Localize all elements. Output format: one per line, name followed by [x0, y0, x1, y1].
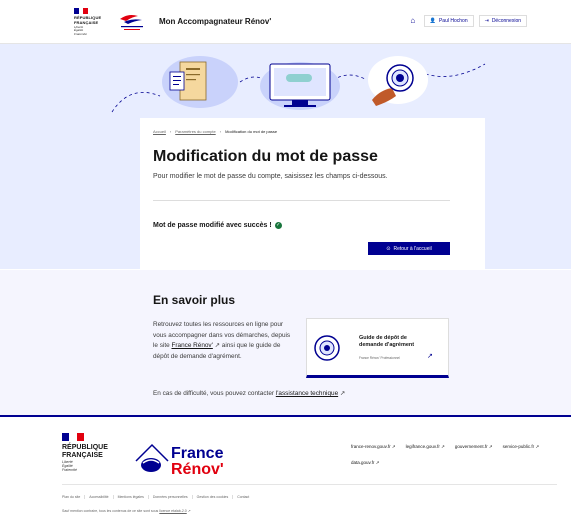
french-flag-icon	[74, 8, 89, 14]
footer-rf-line1: RÉPUBLIQUE	[62, 444, 108, 451]
footer-link-legal[interactable]: Mentions légales	[114, 495, 149, 499]
footer-link-accessibility[interactable]: Accessibilité	[85, 495, 114, 499]
footer-link-gouvernement[interactable]: gouvernement.fr ↗	[455, 444, 493, 450]
divider	[153, 200, 450, 201]
footer-divider	[62, 484, 557, 485]
footer-link-service-public-label: service-public.fr	[502, 444, 535, 449]
site-footer: RÉPUBLIQUE FRANÇAISE Liberté Égalité Fra…	[0, 415, 571, 521]
breadcrumb-separator-icon: ›	[169, 129, 172, 134]
contact-text-before: En cas de difficulté, vous pouvez contac…	[153, 390, 276, 397]
guide-card[interactable]: Guide de dépôt de demande d'agrément Fra…	[306, 318, 449, 378]
back-to-home-button[interactable]: ⊙ Retour à l'accueil	[368, 242, 450, 255]
logo-line2: Rénov'	[171, 461, 224, 478]
logout-label: Déconnexion	[491, 18, 521, 24]
footer-link-sitemap[interactable]: Plan du site	[62, 495, 86, 499]
footer-link-personal-data[interactable]: Données personnelles	[149, 495, 193, 499]
home-icon[interactable]: ⌂	[407, 15, 419, 27]
rf-motto-3: Fraternité	[74, 31, 87, 36]
republique-francaise-logo[interactable]: RÉPUBLIQUE FRANÇAISE Liberté Égalité Fra…	[74, 8, 114, 36]
footer-bottom-links: Plan du site Accessibilité Mentions léga…	[62, 495, 253, 499]
page-lead: Pour modifier le mot de passe du compte,…	[153, 173, 388, 180]
breadcrumb-home[interactable]: Accueil	[153, 129, 166, 134]
footer-link-data-gouv[interactable]: data.gouv.fr ↗	[351, 460, 379, 466]
content-card: Accueil › Paramètres du compte › Modific…	[140, 118, 485, 270]
breadcrumb: Accueil › Paramètres du compte › Modific…	[153, 129, 277, 134]
footer-link-legifrance-label: legifrance.gouv.fr	[405, 444, 440, 449]
footer-republique-francaise-logo[interactable]: RÉPUBLIQUE FRANÇAISE Liberté Égalité Fra…	[62, 433, 108, 472]
breadcrumb-current: Modification du mot de passe	[225, 129, 278, 134]
site-header: RÉPUBLIQUE FRANÇAISE Liberté Égalité Fra…	[0, 0, 571, 44]
contact-text: En cas de difficulté, vous pouvez contac…	[153, 389, 345, 397]
france-renov-logo: France Rénov'	[134, 437, 234, 478]
footer-link-data-gouv-label: data.gouv.fr	[351, 460, 375, 465]
license-link[interactable]: licence etalab-2.0	[159, 509, 186, 513]
footer-link-france-renov[interactable]: france-renov.gouv.fr ↗	[351, 444, 396, 450]
check-icon: ✓	[274, 222, 282, 229]
footer-link-service-public[interactable]: service-public.fr ↗	[503, 444, 540, 450]
anah-logo-icon	[120, 15, 143, 30]
app-title[interactable]: Mon Accompagnateur Rénov'	[159, 17, 271, 26]
france-renov-link[interactable]: France Rénov'	[171, 342, 212, 349]
footer-link-cookies[interactable]: Gestion des cookies	[193, 495, 234, 499]
external-link-icon: ↗	[186, 509, 191, 513]
know-more-section: En savoir plus Retrouvez toutes les ress…	[0, 270, 571, 415]
footer-link-france-renov-label: france-renov.gouv.fr	[351, 444, 391, 449]
user-account-button[interactable]: 👤 Paul Hochon	[423, 15, 474, 27]
know-more-title: En savoir plus	[153, 293, 236, 307]
home-icon: ⊙	[386, 245, 391, 252]
french-flag-icon	[62, 433, 84, 441]
guide-title: Guide de dépôt de demande d'agrément	[359, 335, 415, 348]
external-link-icon: ↗	[212, 342, 220, 349]
success-text: Mot de passe modifié avec succès !	[153, 222, 272, 229]
user-name: Paul Hochon	[438, 18, 468, 24]
house-icon	[135, 443, 169, 472]
breadcrumb-separator-icon: ›	[219, 129, 222, 134]
back-button-label: Retour à l'accueil	[393, 245, 432, 252]
logout-button[interactable]: ⇥ Déconnexion	[478, 15, 527, 27]
footer-rf-motto-3: Fraternité	[62, 468, 77, 472]
breadcrumb-account[interactable]: Paramètres du compte	[175, 129, 215, 134]
external-link-icon: ↗	[338, 390, 346, 397]
guide-subtitle: France Rénov' Professionnel	[359, 356, 400, 360]
footer-links: france-renov.gouv.fr ↗ legifrance.gouv.f…	[351, 444, 561, 466]
footer-license: Sauf mention contraire, tous les contenu…	[62, 509, 191, 513]
guide-badge-icon	[314, 335, 340, 361]
know-more-text: Retrouvez toutes les ressources en ligne…	[153, 320, 293, 362]
footer-link-gouvernement-label: gouvernement.fr	[454, 444, 488, 449]
success-message: Mot de passe modifié avec succès ! ✓	[153, 222, 282, 229]
page-title: Modification du mot de passe	[153, 148, 378, 165]
user-icon: 👤	[429, 18, 436, 24]
footer-link-contact[interactable]: Contact	[233, 495, 253, 499]
footer-rf-line2: FRANÇAISE	[62, 451, 103, 459]
technical-support-link[interactable]: l'assistance technique	[276, 390, 338, 397]
logout-icon: ⇥	[484, 18, 489, 24]
license-text: Sauf mention contraire, tous les contenu…	[62, 509, 160, 513]
footer-link-legifrance[interactable]: legifrance.gouv.fr ↗	[406, 444, 445, 450]
external-link-icon: ↗	[427, 353, 433, 360]
